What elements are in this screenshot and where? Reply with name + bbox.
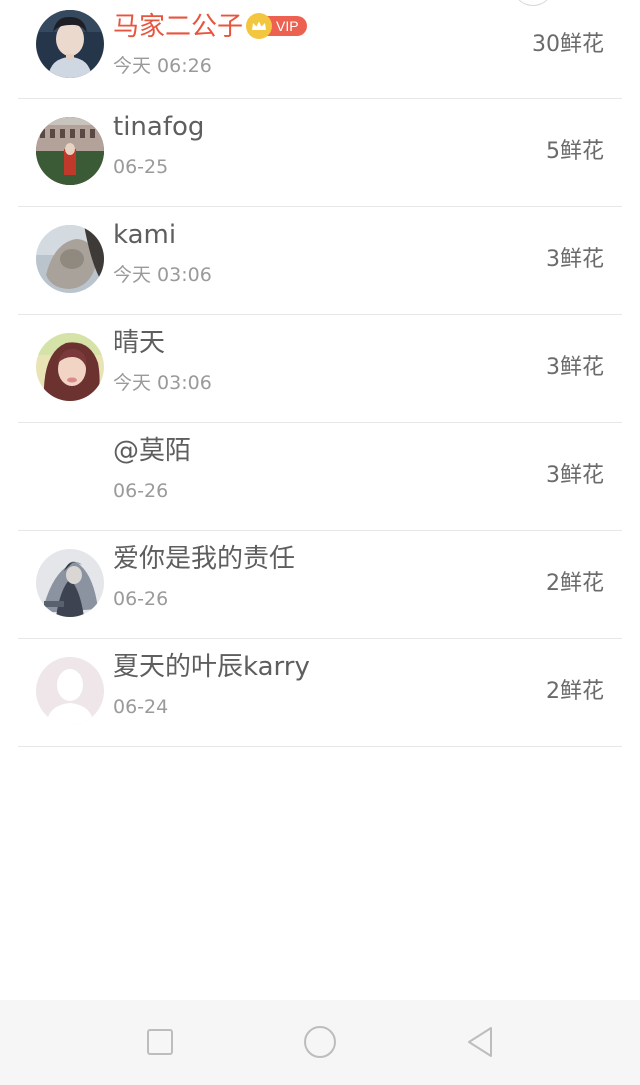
user-name[interactable]: 爱你是我的责任 [113, 544, 295, 574]
user-name[interactable]: @莫陌 [113, 436, 191, 466]
time: 06-24 [113, 696, 169, 718]
flower-count: 2鲜花 [546, 571, 604, 596]
avatar[interactable] [36, 117, 104, 185]
list-item[interactable]: @莫陌 06-26 3鲜花 [18, 423, 622, 531]
flower-count: 2鲜花 [546, 679, 604, 704]
avatar[interactable] [36, 225, 104, 293]
flower-count: 3鲜花 [546, 355, 604, 380]
avatar[interactable] [36, 333, 104, 401]
time: 06-26 [113, 480, 169, 502]
list-item[interactable]: 夏天的叶辰karry 06-24 2鲜花 [18, 639, 622, 747]
list-item[interactable]: tinafog 06-25 5鲜花 [18, 99, 622, 207]
system-nav-bar [0, 1000, 640, 1085]
list-item[interactable]: kami 今天 03:06 3鲜花 [18, 207, 622, 315]
time: 06-25 [113, 156, 169, 178]
user-name[interactable]: 马家二公子 VIP [113, 12, 307, 42]
time: 06-26 [113, 588, 169, 610]
user-name-text: 马家二公子 [113, 12, 244, 42]
list-item[interactable]: 马家二公子 VIP 今天 06:26 30鲜花 [18, 0, 622, 99]
flower-ranking-list: 马家二公子 VIP 今天 06:26 30鲜花 tinafog 06-25 5鲜… [18, 0, 622, 747]
flower-count: 5鲜花 [546, 139, 604, 164]
crown-icon [246, 12, 273, 39]
user-name[interactable]: tinafog [113, 112, 204, 142]
user-name[interactable]: 晴天 [113, 328, 165, 358]
user-name[interactable]: 夏天的叶辰karry [113, 652, 310, 682]
time: 今天 06:26 [113, 55, 212, 77]
flower-count: 3鲜花 [546, 463, 604, 488]
avatar[interactable] [36, 657, 104, 725]
avatar[interactable] [36, 549, 104, 617]
flower-count: 3鲜花 [546, 247, 604, 272]
vip-badge: VIP [246, 12, 307, 39]
flower-count: 30鲜花 [532, 32, 604, 57]
square-icon[interactable] [140, 1022, 180, 1062]
avatar[interactable] [36, 10, 104, 78]
time: 今天 03:06 [113, 372, 212, 394]
time: 今天 03:06 [113, 264, 212, 286]
list-item[interactable]: 晴天 今天 03:06 3鲜花 [18, 315, 622, 423]
list-item[interactable]: 爱你是我的责任 06-26 2鲜花 [18, 531, 622, 639]
user-name[interactable]: kami [113, 220, 176, 250]
circle-icon[interactable] [300, 1022, 340, 1062]
triangle-back-icon[interactable] [460, 1022, 500, 1062]
